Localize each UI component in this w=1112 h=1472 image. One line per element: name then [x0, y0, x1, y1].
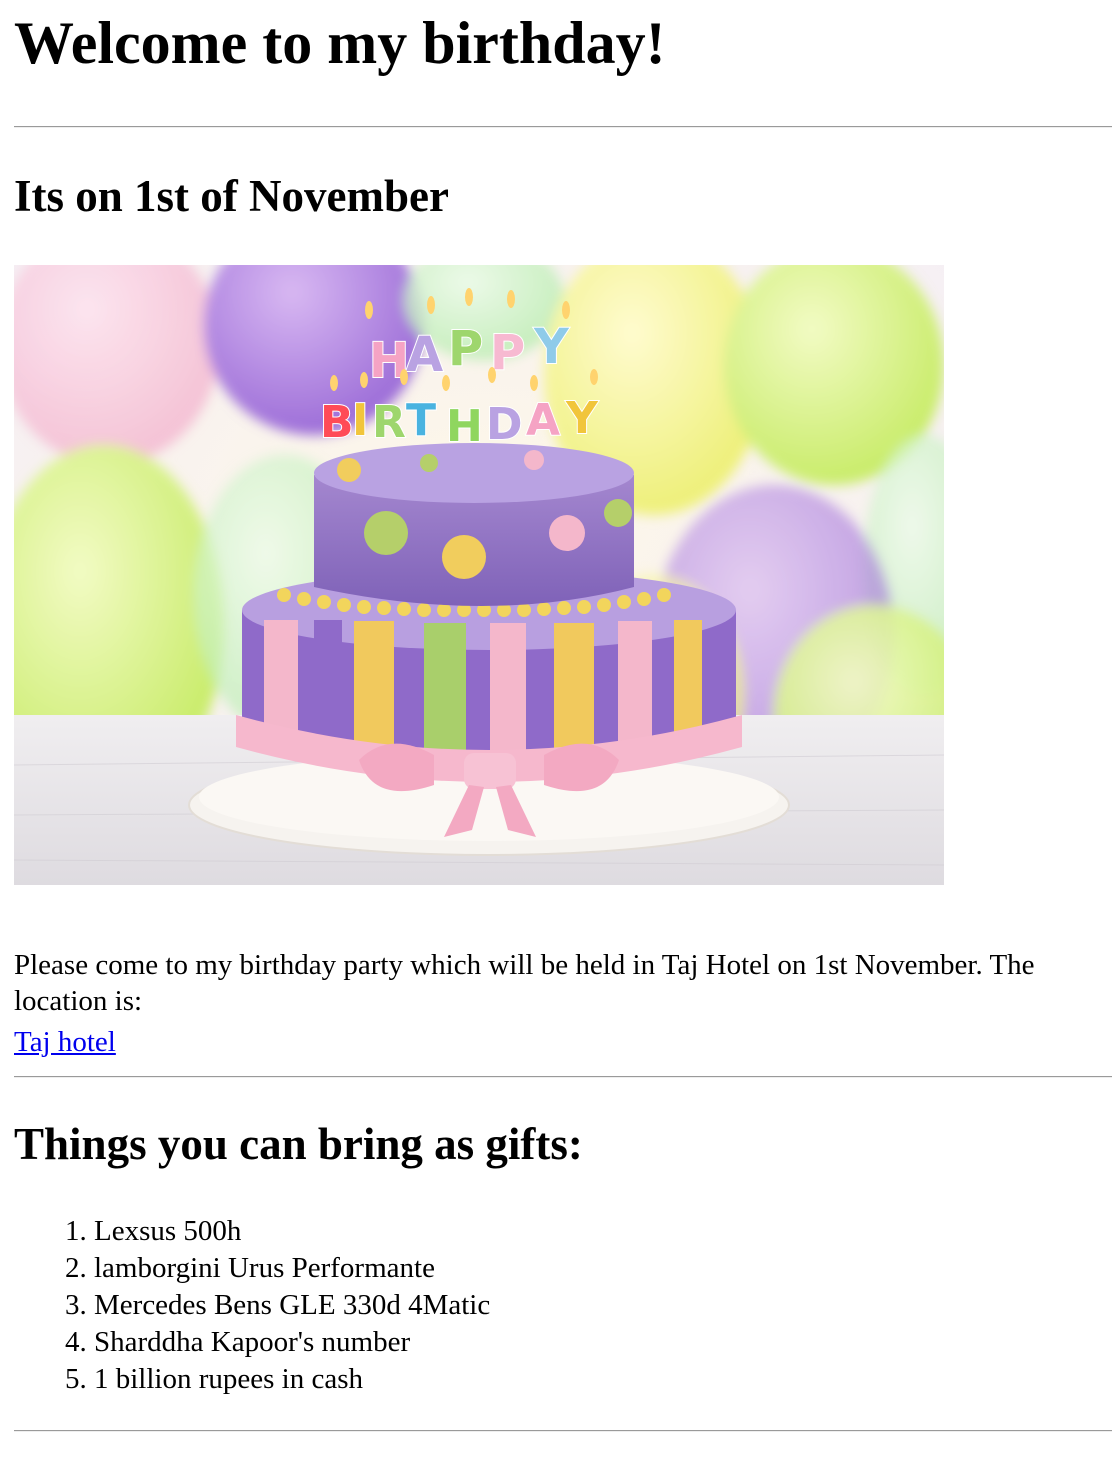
candle-letters-bottom: B I R T H D A Y — [319, 392, 600, 453]
page-title: Welcome to my birthday! — [14, 10, 666, 76]
list-item: Lexsus 500h — [94, 1213, 490, 1250]
svg-text:Y: Y — [565, 393, 599, 444]
list-item: 1 billion rupees in cash — [94, 1361, 490, 1398]
list-item: lamborgini Urus Performante — [94, 1250, 490, 1287]
gifts-heading: Things you can bring as gifts: — [14, 1119, 583, 1169]
event-date-heading: Its on 1st of November — [14, 171, 449, 221]
svg-text:I: I — [352, 395, 368, 446]
taj-hotel-link[interactable]: Taj hotel — [14, 1024, 116, 1060]
list-item: Sharddha Kapoor's number — [94, 1324, 490, 1361]
svg-text:R: R — [372, 397, 406, 448]
svg-text:Y: Y — [533, 319, 570, 375]
birthday-cake-photo: H A P P Y B I R T H D A Y — [14, 265, 944, 885]
gifts-list: Lexsus 500h lamborgini Urus Performante … — [14, 1213, 490, 1398]
svg-text:T: T — [406, 395, 436, 446]
divider — [14, 126, 1112, 128]
svg-text:H: H — [446, 401, 483, 452]
svg-text:D: D — [486, 399, 523, 450]
svg-text:A: A — [406, 327, 443, 383]
svg-text:B: B — [320, 397, 354, 448]
svg-text:A: A — [526, 395, 560, 446]
divider — [14, 1430, 1112, 1432]
divider — [14, 1076, 1112, 1078]
svg-text:P: P — [448, 321, 483, 377]
invitation-text: Please come to my birthday party which w… — [14, 949, 1035, 1017]
list-item: Mercedes Bens GLE 330d 4Matic — [94, 1287, 490, 1324]
